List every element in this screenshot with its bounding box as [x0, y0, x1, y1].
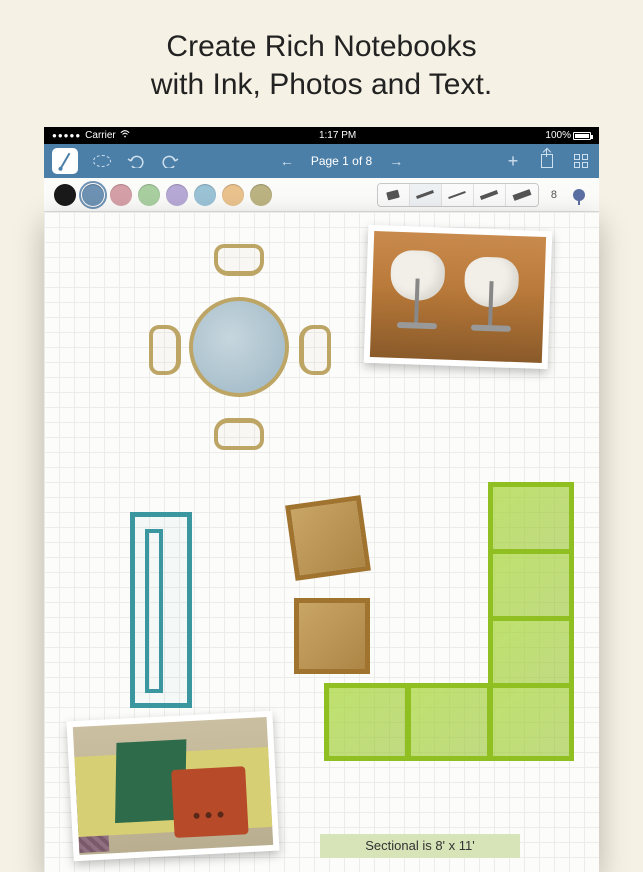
carrier-label: Carrier — [85, 130, 116, 141]
pen-icon — [60, 153, 71, 170]
brush-width-1[interactable] — [410, 184, 442, 206]
wifi-icon — [120, 130, 130, 141]
sketch-dining-set[interactable] — [144, 242, 334, 442]
sketch-ottoman[interactable] — [285, 495, 371, 581]
marketing-headline: Create Rich Notebooks with Ink, Photos a… — [0, 0, 643, 127]
sketch-ottoman[interactable] — [294, 598, 370, 674]
color-swatch-green[interactable] — [138, 184, 160, 206]
text-note-sectional[interactable]: Sectional is 8' x 11' — [320, 834, 520, 858]
photo-content — [73, 717, 273, 855]
lasso-tool-button[interactable] — [92, 151, 112, 171]
prev-page-button[interactable]: ← — [277, 151, 297, 171]
add-button[interactable]: + — [503, 151, 523, 171]
status-bar: ●●●●● Carrier 1:17 PM 100% — [44, 127, 599, 144]
color-swatch-orange[interactable] — [222, 184, 244, 206]
photo-sofa[interactable] — [66, 711, 279, 862]
clock-label: 1:17 PM — [319, 130, 356, 141]
grid-icon — [574, 154, 588, 168]
sketch-chair — [299, 325, 331, 375]
brush-size-value: 8 — [551, 189, 557, 201]
color-swatch-black[interactable] — [54, 184, 76, 206]
color-swatch-pink[interactable] — [110, 184, 132, 206]
color-swatch-olive[interactable] — [250, 184, 272, 206]
headline-line-2: with Ink, Photos and Text. — [151, 68, 492, 101]
lasso-icon — [93, 155, 111, 167]
photo-stools[interactable] — [364, 225, 553, 369]
sketch-chair — [149, 325, 181, 375]
signal-icon: ●●●●● — [52, 131, 81, 140]
battery-percent: 100% — [545, 130, 571, 141]
headline-line-1: Create Rich Notebooks — [166, 30, 476, 63]
color-swatch-blue[interactable] — [82, 184, 104, 206]
sketch-chair — [214, 418, 264, 450]
redo-icon — [161, 154, 179, 168]
thumbnails-button[interactable] — [571, 151, 591, 171]
undo-icon — [127, 154, 145, 168]
drawing-canvas[interactable]: Sectional is 8' x 11' — [44, 212, 599, 872]
sketch-round-table — [189, 297, 289, 397]
photo-content — [370, 231, 546, 363]
brush-width-2[interactable] — [442, 184, 474, 206]
eraser-icon — [387, 189, 401, 200]
pin-button[interactable] — [569, 185, 589, 205]
undo-button[interactable] — [126, 151, 146, 171]
color-swatch-purple[interactable] — [166, 184, 188, 206]
sketch-cabinet[interactable] — [130, 512, 192, 708]
sketch-chair — [214, 244, 264, 276]
battery-indicator: 100% — [545, 130, 591, 141]
brush-width-4[interactable] — [506, 184, 538, 206]
brush-width-segmented — [377, 183, 539, 207]
brush-width-3[interactable] — [474, 184, 506, 206]
pin-icon — [573, 189, 585, 201]
pen-tool-button[interactable] — [52, 148, 78, 174]
next-page-button[interactable]: → — [386, 151, 406, 171]
color-swatch-lightblue[interactable] — [194, 184, 216, 206]
redo-button[interactable] — [160, 151, 180, 171]
brush-eraser[interactable] — [378, 184, 410, 206]
app-toolbar: ← Page 1 of 8 → + — [44, 144, 599, 178]
battery-icon — [573, 132, 591, 140]
share-button[interactable] — [537, 151, 557, 171]
color-toolbar: 8 — [44, 178, 599, 212]
share-icon — [541, 154, 553, 168]
device-frame: ●●●●● Carrier 1:17 PM 100% ← Page — [44, 127, 599, 872]
page-indicator: Page 1 of 8 — [311, 154, 372, 168]
